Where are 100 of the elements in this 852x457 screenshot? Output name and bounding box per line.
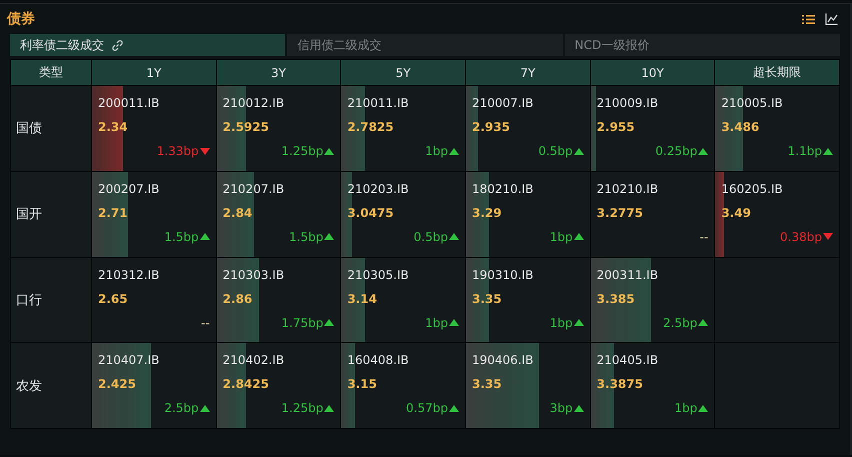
bond-code: 210210.IB [596,182,660,196]
change-value: 2.5bp [663,316,698,330]
row-label: 农发 [11,343,91,428]
up-triangle-icon [448,148,459,154]
column-header: 5Y [341,60,465,85]
change-value: 0.57bp [406,401,448,416]
yield-value: 2.5925 [222,120,270,134]
change-value: 0.5bp [538,144,573,158]
bond-code: 200207.IB [98,182,160,196]
change-value: 3bp [550,401,573,416]
bond-code: 210312.IB [98,268,160,282]
yield-value: 2.86 [222,292,254,306]
bond-code: 210005.IB [721,96,784,110]
up-triangle-icon [822,148,833,154]
panel-title: 债券 [7,10,35,28]
change-value: 1.5bp [289,230,324,244]
up-triangle-icon [448,233,459,240]
up-triangle-icon [698,148,708,154]
column-header: 3Y [216,60,340,85]
yield-value: 3.486 [721,120,760,134]
column-header: 1Y [92,60,216,85]
bond-code: 160408.IB [347,353,410,368]
bond-code: 200311.IB [596,268,660,282]
change-value: 1bp [550,230,573,244]
bond-code: 160205.IB [721,182,784,196]
yield-value: 3.29 [472,206,503,220]
bond-code: 180210.IB [472,182,534,196]
down-triangle-icon [822,233,833,240]
tab[interactable]: NCD一级报价 [564,34,840,56]
column-header: 7Y [466,60,590,85]
column-header: 超长期限 [715,60,839,85]
bond-code: 210305.IB [347,268,410,282]
yield-value: 3.15 [347,377,378,392]
yield-value: 3.35 [472,377,503,392]
change-value: 2.5bp [164,401,199,416]
yield-value: 2.65 [98,292,129,306]
yield-value: 2.71 [98,206,129,220]
change-value: 0.38bp [780,230,822,244]
list-icon[interactable] [802,14,815,24]
yield-value: 2.935 [472,120,511,134]
up-triangle-icon [574,319,584,326]
row-label: 国债 [11,86,91,171]
bond-code: 210407.IB [98,353,160,368]
row-label: 国开 [11,172,91,256]
change-value: 1.25bp [281,144,324,158]
bond-code: 210303.IB [222,268,286,282]
row-label: 口行 [11,258,91,342]
up-triangle-icon [698,319,708,326]
yield-value: 2.84 [222,206,254,220]
yield-value: 2.425 [98,377,137,392]
bond-code: 210203.IB [347,182,410,196]
up-triangle-icon [574,233,584,240]
yield-value: 3.385 [596,292,636,306]
up-triangle-icon [200,404,210,412]
yield-value: 2.955 [596,120,636,134]
change-value: 1bp [425,144,448,158]
change-value: -- [700,230,708,244]
yield-value: 3.0475 [347,206,395,220]
yield-value: 3.2775 [596,206,644,220]
bond-code: 210009.IB [596,96,660,110]
change-value: -- [200,316,210,330]
yield-value: 3.14 [347,292,378,306]
up-triangle-icon [324,233,334,240]
yield-value: 3.49 [721,206,752,220]
change-value: 1bp [550,316,573,330]
change-value: 1.75bp [281,316,324,330]
line-chart-icon[interactable] [825,13,838,25]
bond-code: 190310.IB [472,268,534,282]
yield-value: 2.7825 [347,120,395,134]
column-header: 类型 [11,60,91,85]
up-triangle-icon [324,319,334,326]
change-value: 1.25bp [281,401,324,416]
bond-code: 210405.IB [596,353,660,368]
yield-value: 2.8425 [222,377,270,392]
yield-value: 3.3875 [596,377,644,392]
tab[interactable]: 利率债二级成交 [10,34,286,56]
change-value: 0.5bp [414,230,448,244]
change-value: 1bp [425,316,448,330]
change-value: 0.25bp [655,144,698,158]
down-triangle-icon [200,148,210,154]
up-triangle-icon [324,148,334,154]
bond-code: 210402.IB [222,353,286,368]
tab[interactable]: 信用债二级成交 [287,34,563,56]
up-triangle-icon [698,404,708,412]
up-triangle-icon [574,148,584,154]
bond-code: 200011.IB [98,96,160,110]
up-triangle-icon [200,233,210,240]
up-triangle-icon [448,319,459,326]
bond-code: 210207.IB [222,182,286,196]
change-value: 1.1bp [788,144,822,158]
bond-code: 210007.IB [472,96,534,110]
link-icon [112,40,123,50]
bond-code: 210012.IB [222,96,286,110]
yield-value: 3.35 [472,292,503,306]
change-value: 1.5bp [164,230,199,244]
column-header: 10Y [590,60,714,85]
bond-code: 190406.IB [472,353,534,368]
up-triangle-icon [574,404,584,412]
up-triangle-icon [448,404,459,412]
change-value: 1.33bp [156,144,199,158]
